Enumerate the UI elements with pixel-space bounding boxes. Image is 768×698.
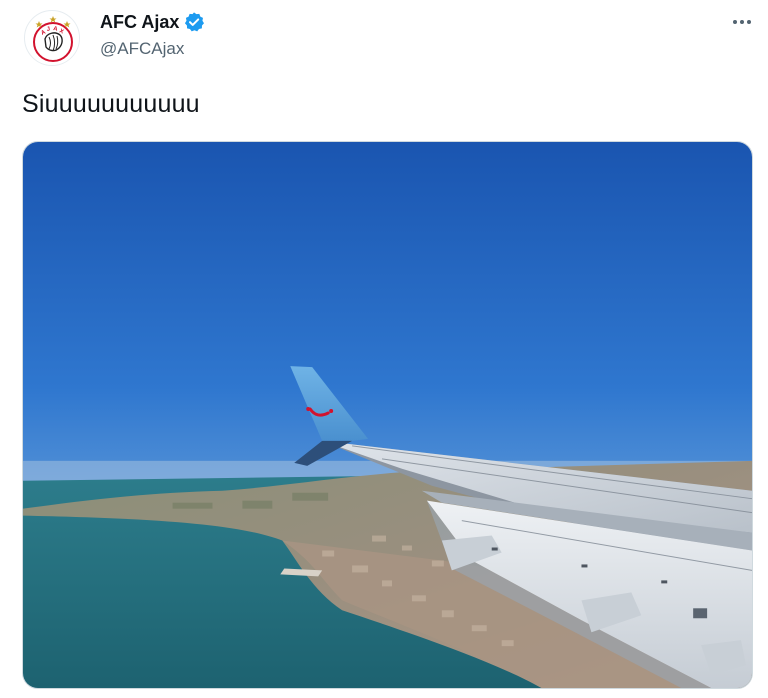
tweet-text: Siuuuuuuuuuuu <box>22 90 200 118</box>
airplane-wing-photo <box>23 142 752 688</box>
tweet-photo[interactable] <box>22 141 753 689</box>
author-handle[interactable]: @AFCAjax <box>100 39 184 59</box>
avatar[interactable]: A J A X <box>24 10 80 66</box>
author-name-row[interactable]: AFC Ajax <box>100 11 205 33</box>
more-options-icon[interactable] <box>728 10 756 34</box>
tweet-card: A J A X AFC Ajax @AFCAjax Siuuuuuuuuuuu <box>0 0 768 698</box>
verified-badge-icon <box>183 11 205 33</box>
author-display-name[interactable]: AFC Ajax <box>100 12 179 33</box>
ajax-crest-icon: A J A X <box>26 12 79 65</box>
